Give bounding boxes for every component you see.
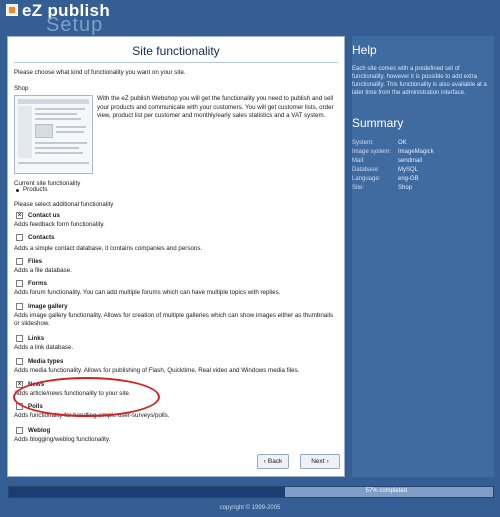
option-label: Links: [28, 335, 45, 342]
option-description: Adds media functionality. Allows for pub…: [14, 367, 300, 374]
current-item: Products: [23, 186, 48, 193]
option-label: Weblog: [28, 427, 51, 434]
checkbox-files[interactable]: [16, 258, 23, 265]
option-description: Adds a link database.: [14, 344, 74, 351]
ez-logo-icon: [6, 4, 18, 16]
bullet-icon: [16, 189, 19, 192]
summary-key: System:: [352, 140, 374, 146]
logo-subtitle: Setup: [46, 14, 104, 36]
intro-text: Please choose what kind of functionality…: [14, 69, 186, 76]
progress-text: 57% completed: [365, 488, 407, 494]
help-text: Each site comes with a predefined set of…: [352, 66, 487, 96]
option-label: Image gallery: [28, 303, 68, 310]
shop-description: With the eZ publish Webshop you will get…: [97, 95, 334, 119]
main-panel: Site functionality Please choose what ki…: [7, 36, 345, 477]
summary-key: Site:: [352, 185, 365, 191]
option-description: Adds a file database.: [14, 267, 72, 274]
next-button[interactable]: Next ›: [300, 454, 340, 469]
chevron-left-icon: ‹: [263, 458, 266, 465]
checkbox-weblog[interactable]: [16, 427, 23, 434]
back-button[interactable]: ‹ Back: [257, 454, 289, 469]
option-description: Adds feedback form functionality.: [14, 221, 105, 228]
summary-key: Mail:: [352, 158, 365, 164]
option-label: Forms: [28, 280, 47, 287]
checkbox-image-gallery[interactable]: [16, 303, 23, 310]
summary-key: Image system:: [352, 149, 392, 155]
summary-value: eng-GB: [398, 176, 419, 182]
option-description: Adds blogging/weblog functionality.: [14, 436, 111, 443]
title-divider: [14, 62, 338, 63]
summary-value: sendmail: [398, 158, 423, 164]
option-description: Adds a simple contact database, it conta…: [14, 245, 203, 252]
news-highlight-annotation: [13, 377, 160, 417]
option-label: Contacts: [28, 234, 55, 241]
summary-key: Database:: [352, 167, 380, 173]
progress-bar: 57% completed: [8, 486, 494, 498]
shop-label: Shop: [14, 85, 29, 92]
checkbox-forms[interactable]: [16, 280, 23, 287]
shop-preview-image: [14, 95, 93, 174]
summary-value: Shop: [398, 185, 413, 191]
checkbox-media-types[interactable]: [16, 358, 23, 365]
checkbox-contacts[interactable]: [16, 234, 23, 241]
back-button-label: Back: [267, 458, 283, 465]
logo-bar: eZ publish Setup: [0, 0, 500, 36]
summary-value: MySQL: [398, 167, 419, 173]
help-sidebar: Help Each site comes with a predefined s…: [352, 36, 494, 477]
option-description: Adds forum functionality. You can add mu…: [14, 289, 281, 296]
next-button-label: Next: [311, 458, 325, 465]
summary-value: OK: [398, 140, 407, 146]
option-label: Files: [28, 258, 43, 265]
chevron-right-icon: ›: [326, 458, 329, 465]
checkbox-links[interactable]: [16, 335, 23, 342]
summary-title: Summary: [352, 116, 404, 130]
summary-key: Language:: [352, 176, 381, 182]
summary-value: ImageMagick: [398, 149, 434, 155]
help-title: Help: [352, 43, 377, 57]
copyright-text: copyright © 1999-2005: [219, 505, 281, 511]
select-functionality-label: Please select additional functionality: [14, 201, 114, 208]
option-label: Media types: [28, 358, 64, 365]
option-label: Contact us: [28, 212, 60, 219]
page-title: Site functionality: [132, 44, 220, 58]
option-description: Adds image gallery functionality. Allows…: [14, 312, 334, 327]
checkbox-contact-us[interactable]: ×: [16, 212, 23, 219]
